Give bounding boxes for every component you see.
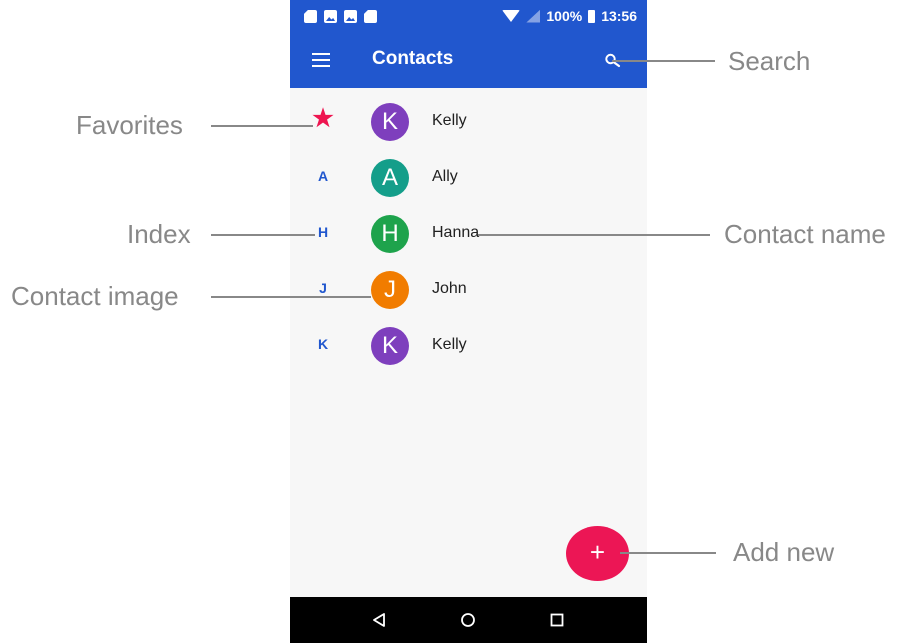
clock: 13:56 [601, 8, 637, 24]
menu-icon[interactable] [312, 53, 330, 69]
image-icon [324, 10, 337, 23]
status-bar: 100% 13:56 [290, 0, 647, 34]
contact-name-callout-label: Contact name [724, 219, 886, 249]
favorites-callout-line [211, 125, 313, 127]
contact-row-kelly-favorite[interactable]: ★ K Kelly [290, 94, 647, 150]
notification-icons [304, 10, 377, 23]
index-callout-line [211, 234, 315, 236]
add-new-callout-line [620, 552, 716, 554]
index-callout-label: Index [127, 219, 191, 249]
sd-card-icon [304, 10, 317, 23]
phone-screen: 100% 13:56 Contacts ★ K Kelly A A Ally H… [290, 0, 647, 643]
avatar[interactable]: J [371, 271, 409, 309]
app-bar: Contacts [290, 34, 647, 88]
contact-row-ally[interactable]: A A Ally [290, 150, 647, 206]
contact-name: Kelly [432, 112, 467, 129]
avatar[interactable]: K [371, 103, 409, 141]
index-letter: J [319, 280, 327, 296]
contact-image-callout-line [211, 296, 371, 298]
add-new-callout-label: Add new [733, 537, 835, 567]
contact-name: John [432, 280, 467, 297]
contact-image-callout-label: Contact image [11, 281, 179, 311]
favorite-star-icon: ★ [312, 105, 334, 132]
wifi-icon [502, 10, 521, 22]
contact-name: Kelly [432, 336, 467, 353]
back-icon[interactable] [369, 610, 389, 630]
avatar[interactable]: A [371, 159, 409, 197]
contact-name: Ally [432, 168, 458, 185]
contact-row-john[interactable]: J J John [290, 262, 647, 318]
avatar[interactable]: H [371, 215, 409, 253]
index-letter: K [317, 336, 329, 352]
favorites-callout-label: Favorites [76, 110, 183, 140]
search-callout-line [612, 60, 715, 62]
status-indicators: 100% 13:56 [502, 8, 637, 24]
page-title: Contacts [372, 48, 454, 69]
battery-icon [588, 9, 596, 23]
battery-percent: 100% [546, 8, 583, 24]
home-icon[interactable] [458, 610, 478, 630]
signal-icon [526, 9, 541, 23]
screenshot-icon [344, 10, 357, 23]
index-letter: H [317, 224, 329, 240]
avatar[interactable]: K [371, 327, 409, 365]
recents-icon[interactable] [547, 610, 567, 630]
contact-name: Hanna [432, 224, 480, 241]
search-callout-label: Search [728, 46, 811, 76]
sd-card-icon [364, 10, 377, 23]
index-letter: A [317, 168, 329, 184]
navigation-bar [290, 597, 647, 643]
contact-row-kelly[interactable]: K K Kelly [290, 318, 647, 374]
contact-name-callout-line [478, 234, 710, 236]
